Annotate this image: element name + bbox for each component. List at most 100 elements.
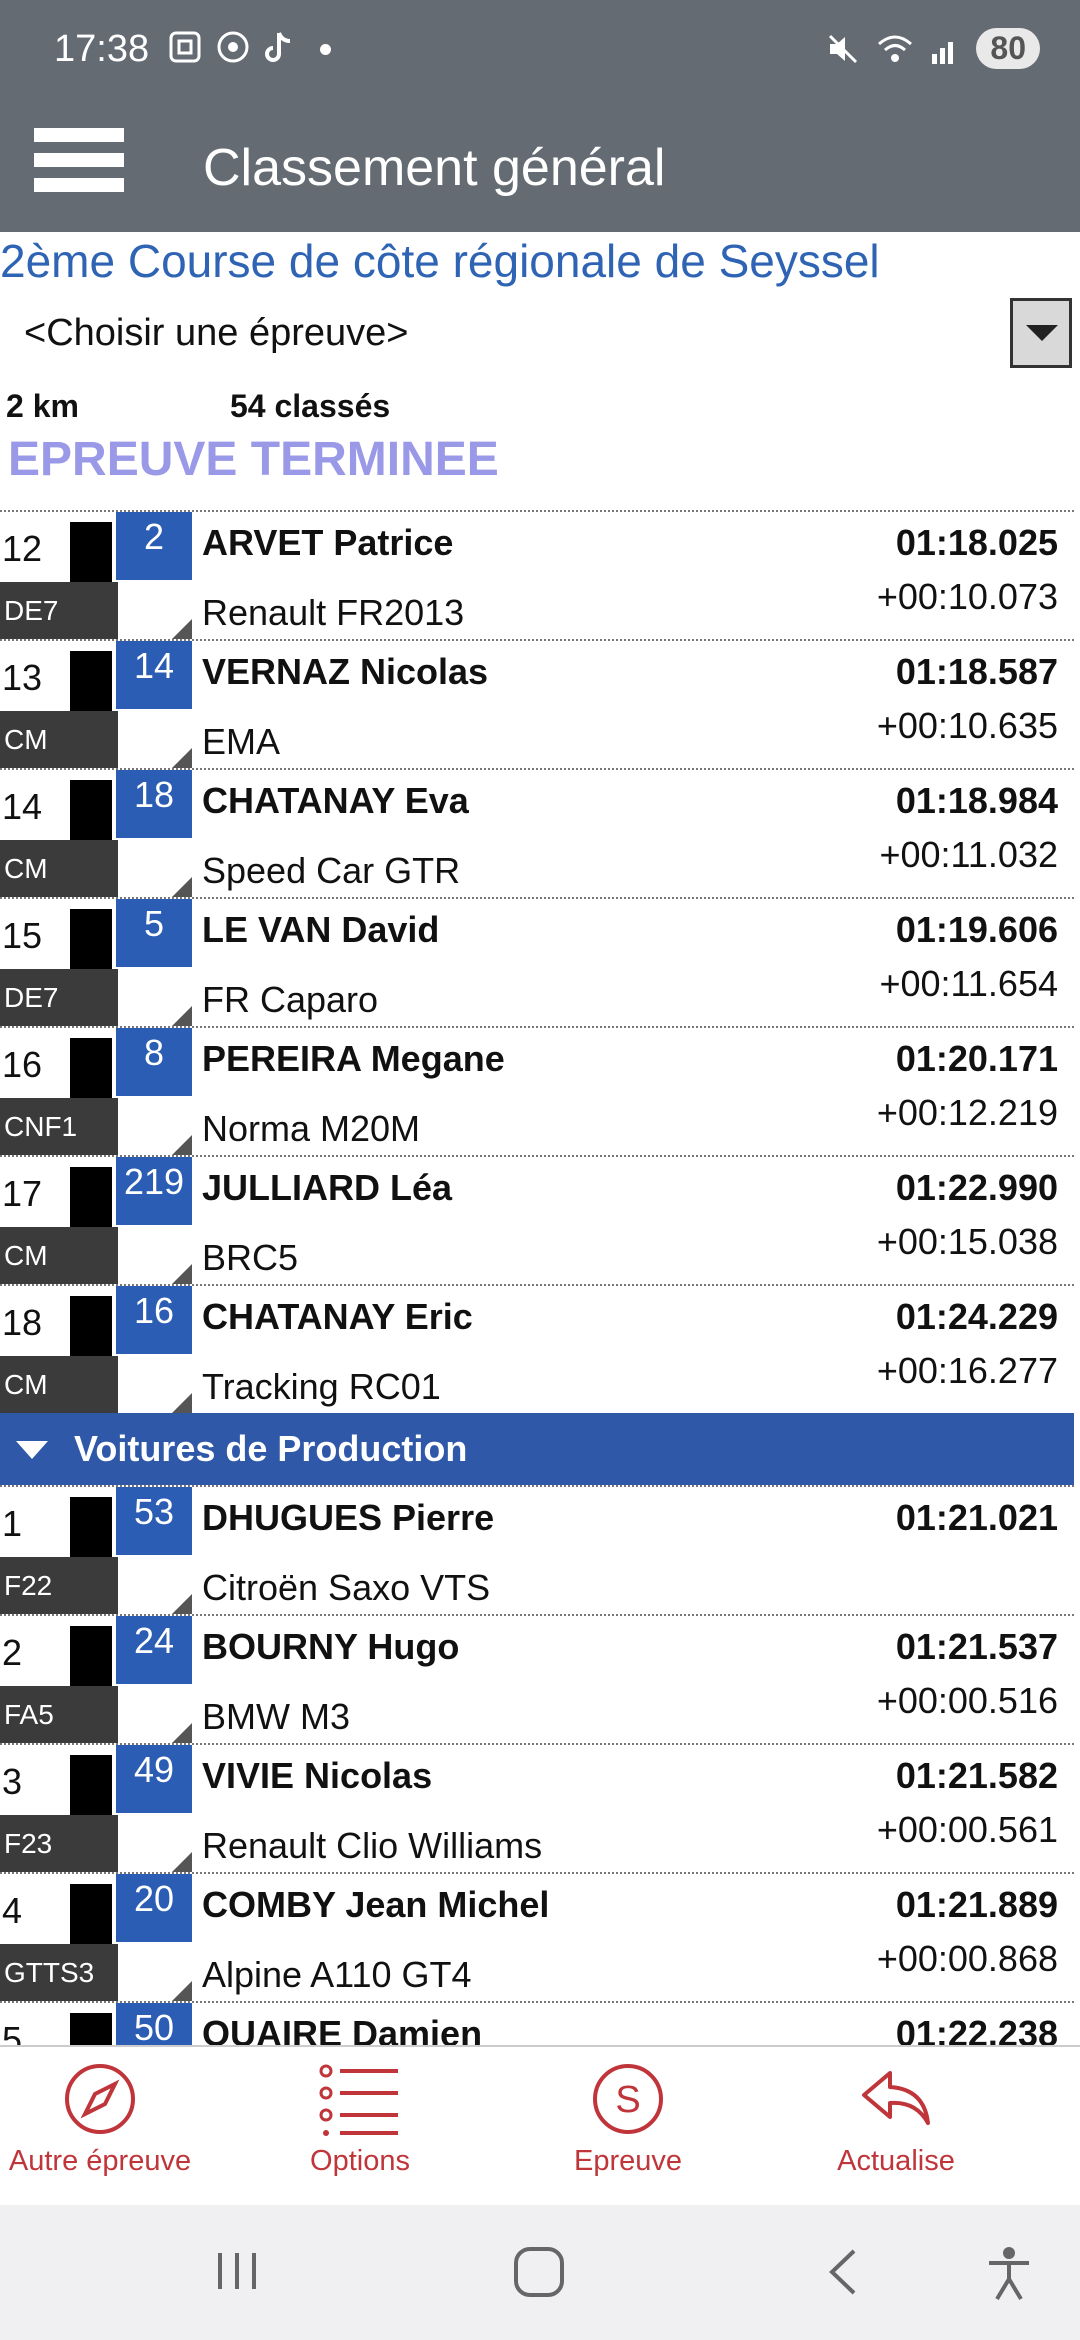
recent-apps-icon[interactable] bbox=[212, 2245, 262, 2295]
status-notification-icons bbox=[168, 30, 331, 64]
position: 4 bbox=[2, 1890, 23, 1931]
position: 17 bbox=[2, 1173, 43, 1214]
driver-name: DHUGUES Pierre bbox=[202, 1497, 495, 1538]
car-model: EMA bbox=[202, 721, 281, 762]
class-label: F22 bbox=[0, 1557, 118, 1614]
position: 18 bbox=[2, 1302, 43, 1343]
race-number: 53 bbox=[116, 1487, 192, 1555]
table-row[interactable]: 13 14 CM VERNAZ Nicolas EMA 01:18.587 +0… bbox=[0, 639, 1074, 768]
time: 01:21.537 bbox=[895, 1626, 1058, 1667]
time: 01:22.238 bbox=[895, 2013, 1058, 2045]
battery-indicator: 80 bbox=[976, 28, 1040, 69]
time: 01:18.984 bbox=[895, 780, 1058, 821]
car-model: BRC5 bbox=[202, 1237, 299, 1278]
gap: +00:00.868 bbox=[876, 1938, 1058, 1979]
position: 14 bbox=[2, 786, 43, 827]
tab-options[interactable]: Options bbox=[260, 2061, 460, 2178]
event-selector[interactable]: <Choisir une épreuve> bbox=[24, 312, 408, 355]
driver-name: LE VAN David bbox=[202, 909, 440, 950]
race-number: 49 bbox=[116, 1745, 192, 1813]
tab-refresh[interactable]: Actualise bbox=[796, 2061, 996, 2178]
table-row[interactable]: 18 16 CM CHATANAY Eric Tracking RC01 01:… bbox=[0, 1284, 1074, 1413]
position: 3 bbox=[2, 1761, 23, 1802]
list-icon bbox=[319, 2064, 398, 2136]
table-row[interactable]: 3 49 F23 VIVIE Nicolas Renault Clio Will… bbox=[0, 1743, 1074, 1872]
position: 5 bbox=[2, 2019, 23, 2045]
driver-name: BOURNY Hugo bbox=[202, 1626, 460, 1667]
gap: +00:00.561 bbox=[876, 1809, 1058, 1850]
gap: +00:10.635 bbox=[876, 705, 1058, 746]
bottom-tab-bar: Autre épreuve Options S Epreuve Actualis… bbox=[0, 2045, 1080, 2205]
gap: +00:15.038 bbox=[876, 1221, 1058, 1262]
class-label: CM bbox=[0, 1356, 118, 1413]
race-number: 8 bbox=[116, 1028, 192, 1096]
car-model: FR Caparo bbox=[202, 979, 379, 1020]
results-list[interactable]: 12 2 DE7 ARVET Patrice Renault FR2013 01… bbox=[0, 510, 1074, 2045]
table-row[interactable]: 1 53 F22 DHUGUES Pierre Citroën Saxo VTS… bbox=[0, 1485, 1074, 1614]
tab-event[interactable]: S Epreuve bbox=[528, 2061, 728, 2178]
corner-marker bbox=[172, 748, 192, 768]
time: 01:21.021 bbox=[895, 1497, 1058, 1538]
tab-label: Options bbox=[310, 2145, 410, 2177]
position: 2 bbox=[2, 1632, 23, 1673]
driver-name: VERNAZ Nicolas bbox=[202, 651, 489, 692]
menu-icon[interactable] bbox=[34, 128, 124, 200]
flag-icon bbox=[70, 651, 112, 715]
flag-icon bbox=[70, 1038, 112, 1102]
race-number: 18 bbox=[116, 770, 192, 838]
driver-name: ARVET Patrice bbox=[202, 522, 454, 563]
car-model: Speed Car GTR bbox=[202, 850, 461, 891]
driver-name: COMBY Jean Michel bbox=[202, 1884, 550, 1925]
signal-icon bbox=[932, 41, 954, 64]
gap: +00:00.516 bbox=[876, 1680, 1058, 1721]
class-label: CM bbox=[0, 1227, 118, 1284]
car-model: Renault FR2013 bbox=[202, 592, 465, 633]
dropdown-arrow-button[interactable] bbox=[1010, 298, 1072, 368]
table-row[interactable]: 5 50 QUAIRE Damien 01:22.238 bbox=[0, 2001, 1074, 2045]
time: 01:21.889 bbox=[895, 1884, 1058, 1925]
classified-count: 54 classés bbox=[230, 388, 391, 424]
table-row[interactable]: 17 219 CM JULLIARD Léa BRC5 01:22.990 +0… bbox=[0, 1155, 1074, 1284]
car-model: Renault Clio Williams bbox=[202, 1825, 543, 1866]
time: 01:18.025 bbox=[895, 522, 1058, 563]
event-state: EPREUVE TERMINEE bbox=[8, 433, 499, 486]
class-label: DE7 bbox=[0, 582, 118, 639]
corner-marker bbox=[172, 877, 192, 897]
group-header[interactable]: Voitures de Production bbox=[0, 1413, 1074, 1485]
table-row[interactable]: 14 18 CM CHATANAY Eva Speed Car GTR 01:1… bbox=[0, 768, 1074, 897]
collapse-triangle-icon bbox=[16, 1441, 48, 1459]
compass-icon bbox=[65, 2064, 135, 2134]
tiktok-icon bbox=[265, 32, 291, 62]
corner-marker bbox=[172, 1264, 192, 1284]
back-icon[interactable] bbox=[822, 2245, 862, 2299]
time: 01:19.606 bbox=[895, 909, 1058, 950]
svg-text:S: S bbox=[615, 2079, 640, 2121]
tab-other-event[interactable]: Autre épreuve bbox=[0, 2061, 200, 2178]
gap: +00:10.073 bbox=[876, 576, 1058, 617]
accessibility-icon[interactable] bbox=[984, 2245, 1034, 2301]
time: 01:18.587 bbox=[895, 651, 1058, 692]
home-icon[interactable] bbox=[512, 2245, 566, 2299]
status-system-icons: 80 bbox=[826, 28, 1040, 69]
tab-label: Actualise bbox=[837, 2145, 955, 2177]
tab-label: Epreuve bbox=[573, 2145, 682, 2177]
corner-marker bbox=[172, 1723, 192, 1743]
corner-marker bbox=[172, 1594, 192, 1614]
flag-icon bbox=[70, 1755, 112, 1819]
page-title: Classement général bbox=[203, 139, 666, 197]
table-row[interactable]: 15 5 DE7 LE VAN David FR Caparo 01:19.60… bbox=[0, 897, 1074, 1026]
table-row[interactable]: 12 2 DE7 ARVET Patrice Renault FR2013 01… bbox=[0, 510, 1074, 639]
flag-icon bbox=[70, 1296, 112, 1360]
table-row[interactable]: 16 8 CNF1 PEREIRA Megane Norma M20M 01:2… bbox=[0, 1026, 1074, 1155]
table-row[interactable]: 2 24 FA5 BOURNY Hugo BMW M3 01:21.537 +0… bbox=[0, 1614, 1074, 1743]
flag-icon bbox=[70, 2013, 112, 2045]
class-label: CNF1 bbox=[0, 1098, 118, 1155]
race-number: 16 bbox=[116, 1286, 192, 1354]
car-model: Alpine A110 GT4 bbox=[202, 1954, 472, 1995]
corner-marker bbox=[172, 1981, 192, 2001]
table-row[interactable]: 4 20 GTTS3 COMBY Jean Michel Alpine A110… bbox=[0, 1872, 1074, 2001]
position: 15 bbox=[2, 915, 43, 956]
position: 12 bbox=[2, 528, 43, 569]
reply-arrow-icon bbox=[862, 2071, 930, 2125]
corner-marker bbox=[172, 1006, 192, 1026]
